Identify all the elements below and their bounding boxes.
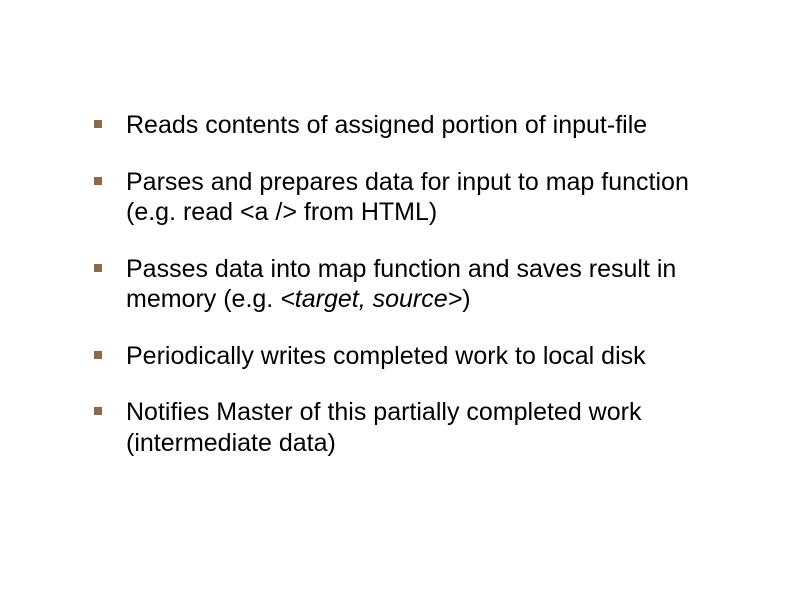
list-item-text-italic: <target, source> bbox=[280, 285, 462, 313]
list-item-text: Parses and prepares data for input to ma… bbox=[126, 168, 689, 227]
list-item-text: Periodically writes completed work to lo… bbox=[126, 342, 646, 370]
list-item: Notifies Master of this partially comple… bbox=[80, 397, 744, 458]
list-item: Parses and prepares data for input to ma… bbox=[80, 167, 744, 228]
square-bullet-icon bbox=[94, 264, 102, 272]
square-bullet-icon bbox=[94, 177, 102, 185]
list-item: Reads contents of assigned portion of in… bbox=[80, 110, 744, 141]
list-item: Periodically writes completed work to lo… bbox=[80, 341, 744, 372]
square-bullet-icon bbox=[94, 120, 102, 128]
list-item: Passes data into map function and saves … bbox=[80, 254, 744, 315]
square-bullet-icon bbox=[94, 351, 102, 359]
list-item-text: Notifies Master of this partially comple… bbox=[126, 398, 641, 457]
bullet-list: Reads contents of assigned portion of in… bbox=[80, 110, 744, 458]
list-item-text-post: ) bbox=[462, 285, 470, 313]
list-item-text: Reads contents of assigned portion of in… bbox=[126, 111, 647, 139]
square-bullet-icon bbox=[94, 407, 102, 415]
slide: Reads contents of assigned portion of in… bbox=[0, 0, 794, 595]
